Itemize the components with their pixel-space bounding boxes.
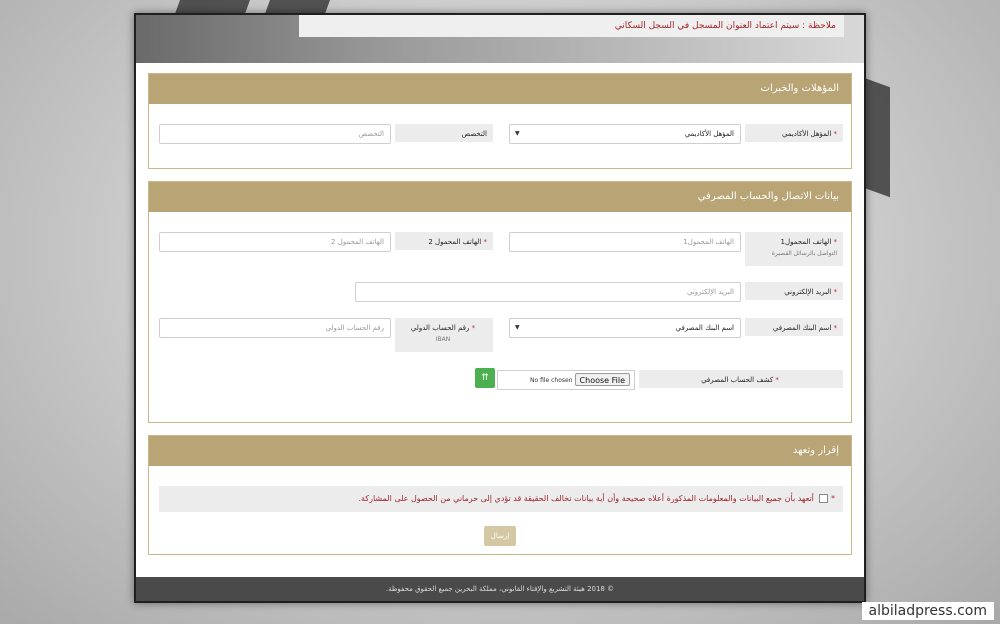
required-mark: * xyxy=(775,376,779,384)
watermark: albiladpress.com xyxy=(861,602,994,620)
upload-icon[interactable]: ⇈ xyxy=(475,368,495,388)
required-mark: * xyxy=(831,494,835,503)
declaration-panel: إقرار وتعهد * أتعهد بأن جميع البيانات وا… xyxy=(148,435,852,555)
contact-header: بيانات الاتصال والحساب المصرفي xyxy=(149,182,851,212)
declaration-checkbox[interactable] xyxy=(819,494,829,503)
email-label: * البريد الإلكتروني xyxy=(745,282,843,300)
required-mark: * xyxy=(833,324,838,332)
iban-label-text: رقم الحساب الدولي xyxy=(410,324,470,332)
iban-input[interactable]: رقم الحساب الدولي xyxy=(159,318,391,338)
submit-button[interactable]: إرسال xyxy=(484,526,516,546)
bank-select[interactable]: اسم البنك المصرفي ▼ xyxy=(509,318,741,338)
required-mark: * xyxy=(833,130,838,138)
mobile2-input[interactable]: الهاتف المحمول 2 xyxy=(159,232,391,252)
mobile1-sublabel: التواصل بالرسائل القصيرة xyxy=(771,250,837,257)
footer: © 2018 هيئة التشريع والإفتاء القانوني، م… xyxy=(136,577,864,601)
mobile2-label: * الهاتف المحمول 2 xyxy=(395,232,493,250)
bank-select-value: اسم البنك المصرفي xyxy=(675,324,734,332)
bank-label: * اسم البنك المصرفي xyxy=(745,318,843,336)
mobile1-label-text: الهاتف المحمول1 xyxy=(780,238,832,246)
browser-frame: ملاحظة : سيتم اعتماد العنوان المسجل في ا… xyxy=(134,13,866,603)
specialty-input[interactable]: التخصص xyxy=(159,124,391,144)
required-mark: * xyxy=(833,288,838,296)
declaration-header: إقرار وتعهد xyxy=(149,436,851,466)
statement-label: * كشف الحساب المصرفي xyxy=(639,370,843,388)
address-note: ملاحظة : سيتم اعتماد العنوان المسجل في ا… xyxy=(299,15,844,37)
email-input[interactable]: البريد الإلكتروني xyxy=(355,282,741,302)
iban-sublabel: IBAN xyxy=(435,336,451,343)
qualifications-header: المؤهلات والخبرات xyxy=(149,74,851,104)
contact-panel: بيانات الاتصال والحساب المصرفي * الهاتف … xyxy=(148,181,852,423)
required-mark: * xyxy=(483,238,488,246)
declaration-row: * أتعهد بأن جميع البيانات والمعلومات الم… xyxy=(159,486,843,512)
academic-label-text: المؤهل الأكاديمي xyxy=(781,130,832,138)
required-mark: * xyxy=(833,238,838,246)
email-label-text: البريد الإلكتروني xyxy=(784,288,832,296)
academic-select-value: المؤهل الأكاديمي xyxy=(684,130,734,138)
chevron-down-icon: ▼ xyxy=(515,324,520,331)
academic-label: * المؤهل الأكاديمي xyxy=(745,124,843,142)
qualifications-panel: المؤهلات والخبرات * المؤهل الأكاديمي الم… xyxy=(148,73,852,169)
mobile2-label-text: الهاتف المحمول 2 xyxy=(428,238,482,246)
chevron-down-icon: ▼ xyxy=(515,130,520,137)
academic-select[interactable]: المؤهل الأكاديمي ▼ xyxy=(509,124,741,144)
file-status: No file chosen xyxy=(530,377,573,384)
mobile1-input[interactable]: الهاتف المحمول1 xyxy=(509,232,741,252)
required-mark: * xyxy=(471,324,476,332)
note-bar: ملاحظة : سيتم اعتماد العنوان المسجل في ا… xyxy=(136,15,864,63)
file-upload-field[interactable]: Choose File No file chosen xyxy=(497,370,635,390)
iban-label: * رقم الحساب الدولي IBAN xyxy=(395,318,493,352)
declaration-text: أتعهد بأن جميع البيانات والمعلومات المذك… xyxy=(358,494,814,503)
statement-label-text: كشف الحساب المصرفي xyxy=(701,376,774,384)
mobile1-label: * الهاتف المحمول1 التواصل بالرسائل القصي… xyxy=(745,232,843,266)
specialty-label: التخصص xyxy=(395,124,493,142)
bank-label-text: اسم البنك المصرفي xyxy=(772,324,832,332)
choose-file-button[interactable]: Choose File xyxy=(574,373,630,386)
